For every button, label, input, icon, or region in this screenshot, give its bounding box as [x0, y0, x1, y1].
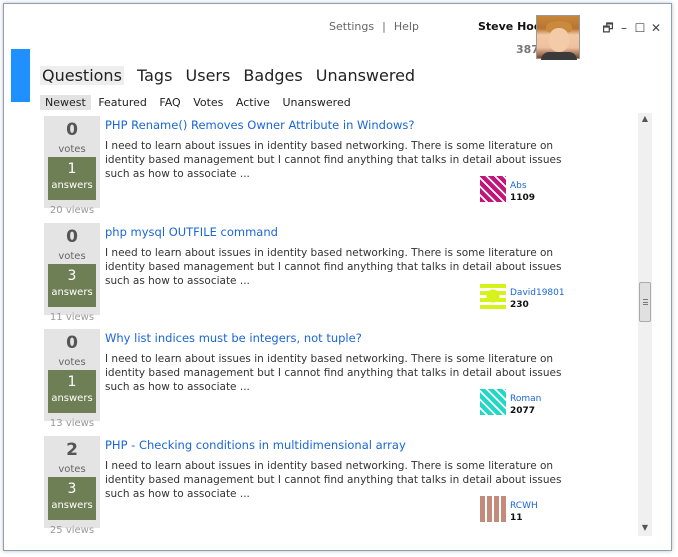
answer-box: 3 answers	[48, 477, 96, 520]
author-reputation: 230	[510, 300, 529, 310]
answer-count: 3	[67, 268, 77, 284]
question-author[interactable]: David19801	[510, 288, 565, 298]
minimize-icon[interactable]: –	[616, 21, 632, 35]
avatar[interactable]	[536, 15, 580, 60]
view-count: 25 views	[49, 525, 95, 536]
subtab-featured[interactable]: Featured	[98, 96, 147, 109]
question-excerpt: I need to learn about issues in identity…	[105, 353, 562, 393]
sub-tabs: Newest Featured FAQ Votes Active Unanswe…	[40, 95, 360, 110]
author-reputation: 2077	[510, 406, 536, 416]
view-count: 20 views	[49, 205, 95, 216]
vote-label: votes	[58, 144, 86, 155]
author-reputation: 11	[510, 513, 523, 523]
answer-box: 3 answers	[48, 264, 96, 307]
vote-box: 0 votes 3 answers	[44, 223, 100, 315]
subtab-active[interactable]: Active	[236, 96, 270, 109]
question-author[interactable]: Abs	[510, 181, 527, 191]
scroll-up-icon[interactable]: ▲	[638, 113, 652, 125]
question-title[interactable]: PHP - Checking conditions in multidimens…	[105, 438, 406, 452]
close-icon[interactable]: ✕	[648, 21, 664, 35]
question-title[interactable]: php mysql OUTFILE command	[105, 225, 278, 239]
question-title[interactable]: Why list indices must be integers, not t…	[105, 331, 362, 345]
accent-bar	[11, 49, 30, 102]
vote-box: 0 votes 1 answers	[44, 116, 100, 208]
tab-unanswered[interactable]: Unanswered	[316, 66, 415, 85]
scroll-thumb[interactable]	[639, 282, 651, 322]
identicon-avatar[interactable]	[480, 496, 506, 522]
answer-box: 1 answers	[48, 370, 96, 413]
window-controls: 🗗 – ☐ ✕	[600, 19, 664, 40]
grip-icon	[643, 299, 648, 305]
subtab-unanswered[interactable]: Unanswered	[282, 96, 350, 109]
tab-tags[interactable]: Tags	[137, 66, 172, 85]
question-item: 2 votes 3 answers 25 views PHP - Checkin…	[40, 433, 632, 538]
question-author[interactable]: Roman	[510, 394, 541, 404]
question-excerpt: I need to learn about issues in identity…	[105, 247, 562, 287]
author-reputation: 1109	[510, 193, 536, 203]
avatar-shirt	[541, 52, 577, 60]
answer-count: 3	[67, 481, 77, 497]
answer-label: answers	[51, 393, 93, 404]
answer-count: 1	[67, 161, 77, 177]
avatar-face	[549, 28, 569, 52]
answer-count: 1	[67, 374, 77, 390]
question-list: 0 votes 1 answers 20 views PHP Rename() …	[40, 113, 632, 538]
scroll-down-icon[interactable]: ▼	[638, 522, 652, 534]
settings-link[interactable]: Settings	[329, 20, 374, 33]
help-link[interactable]: Help	[394, 20, 419, 33]
question-excerpt: I need to learn about issues in identity…	[105, 140, 562, 180]
answer-label: answers	[51, 287, 93, 298]
vote-count: 0	[66, 227, 78, 247]
subtab-faq[interactable]: FAQ	[159, 96, 180, 109]
vote-count: 0	[66, 333, 78, 353]
vertical-scrollbar[interactable]: ▲ ▼	[638, 113, 652, 536]
question-item: 0 votes 3 answers 11 views php mysql OUT…	[40, 220, 632, 326]
top-links: Settings | Help	[329, 20, 419, 33]
question-item: 0 votes 1 answers 20 views PHP Rename() …	[40, 113, 632, 219]
vote-label: votes	[58, 251, 86, 262]
question-author[interactable]: RCWH	[510, 501, 538, 511]
vote-box: 0 votes 1 answers	[44, 329, 100, 421]
view-count: 11 views	[49, 312, 95, 323]
answer-label: answers	[51, 500, 93, 511]
question-title[interactable]: PHP Rename() Removes Owner Attribute in …	[105, 118, 415, 132]
question-excerpt: I need to learn about issues in identity…	[105, 460, 562, 500]
identicon-avatar[interactable]	[480, 176, 506, 202]
subtab-votes[interactable]: Votes	[193, 96, 223, 109]
tab-questions[interactable]: Questions	[40, 66, 124, 85]
vote-count: 2	[66, 440, 78, 460]
answer-box: 1 answers	[48, 157, 96, 200]
subtab-newest[interactable]: Newest	[40, 95, 91, 110]
identicon-avatar[interactable]	[480, 283, 506, 309]
view-count: 13 views	[49, 418, 95, 429]
vote-label: votes	[58, 464, 86, 475]
vote-label: votes	[58, 357, 86, 368]
main-tabs: Questions Tags Users Badges Unanswered	[40, 66, 423, 85]
answer-label: answers	[51, 180, 93, 191]
top-links-separator: |	[382, 20, 386, 33]
vote-count: 0	[66, 120, 78, 140]
maximize-icon[interactable]: ☐	[632, 21, 648, 35]
question-item: 0 votes 1 answers 13 views Why list indi…	[40, 326, 632, 432]
vote-box: 2 votes 3 answers	[44, 436, 100, 528]
tab-users[interactable]: Users	[186, 66, 231, 85]
tab-badges[interactable]: Badges	[243, 66, 302, 85]
restore-icon[interactable]: 🗗	[600, 19, 616, 40]
identicon-avatar[interactable]	[480, 389, 506, 415]
